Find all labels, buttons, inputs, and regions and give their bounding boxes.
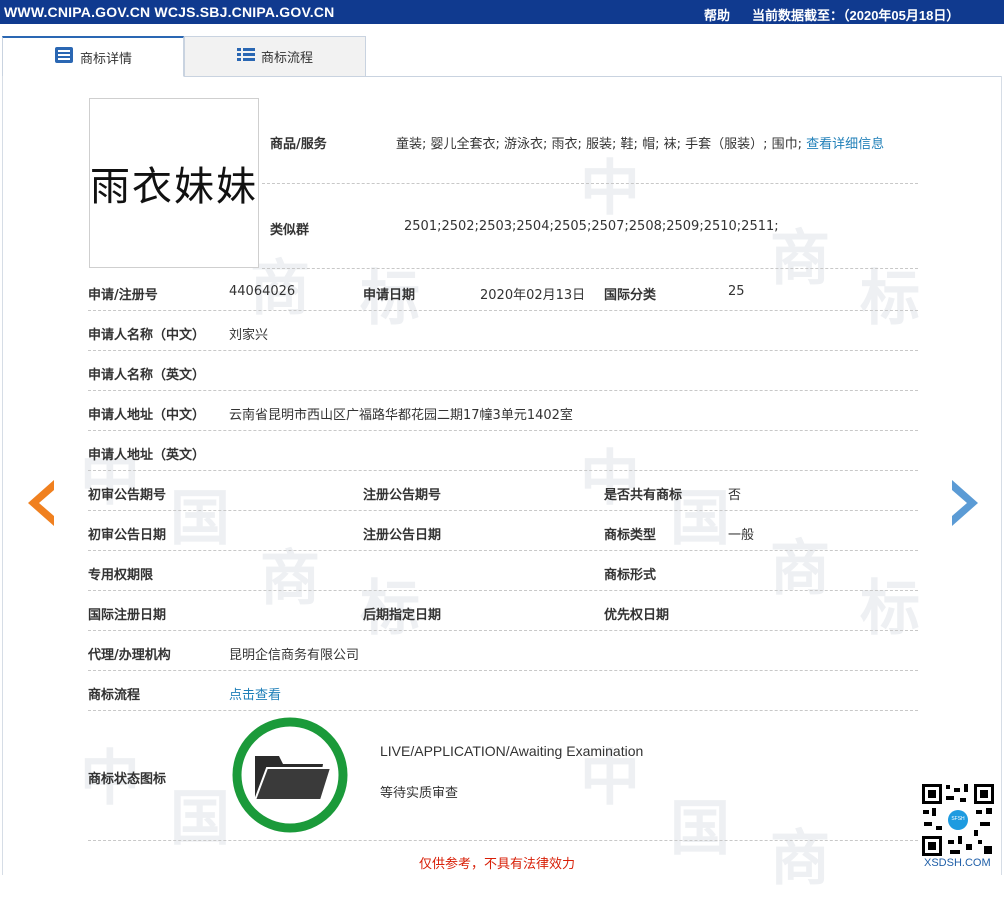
- similar-group-label: 类似群: [270, 223, 310, 238]
- applicant-en-label: 申请人名称（英文）: [88, 368, 206, 383]
- site-urls: WWW.CNIPA.GOV.CN WCJS.SBJ.CNIPA.GOV.CN: [4, 4, 335, 20]
- similar-group-value: 2501;2502;2503;2504;2505;2507;2508;2509;…: [404, 219, 779, 234]
- intl-reg-date-label: 国际注册日期: [88, 608, 167, 623]
- divider: [88, 670, 918, 671]
- tm-type-label: 商标类型: [604, 528, 657, 543]
- priority-label: 优先权日期: [604, 608, 670, 623]
- divider: [88, 470, 918, 471]
- watermark: 商: [770, 534, 830, 604]
- address-en-label: 申请人地址（英文）: [88, 448, 206, 463]
- qr-code: SFSH: [920, 782, 996, 858]
- later-date-label: 后期指定日期: [363, 608, 442, 623]
- view-flow-link[interactable]: 点击查看: [229, 684, 281, 703]
- reg-pub-no-label: 注册公告期号: [363, 488, 442, 503]
- prev-arrow-button[interactable]: [22, 478, 56, 528]
- divider: [88, 350, 918, 351]
- shared-label: 是否共有商标: [604, 488, 683, 503]
- top-bar: WWW.CNIPA.GOV.CN WCJS.SBJ.CNIPA.GOV.CN 帮…: [0, 0, 1004, 24]
- divider: [88, 840, 918, 841]
- tab-bar: 商标详情 商标流程: [2, 36, 1002, 77]
- watermark: 中: [580, 444, 640, 514]
- qr-site-label: XSDSH.COM: [924, 857, 991, 869]
- watermark: 商: [770, 824, 830, 894]
- apply-date-value: 2020年02月13日: [480, 288, 586, 303]
- agent-label: 代理/办理机构: [88, 648, 171, 663]
- address-cn-value: 云南省昆明市西山区广福路华都花园二期17幢3单元1402室: [229, 408, 573, 423]
- tm-type-value: 一般: [728, 528, 755, 543]
- divider: [88, 390, 918, 391]
- reg-pub-date-label: 注册公告日期: [363, 528, 442, 543]
- prelim-date-label: 初审公告日期: [88, 528, 167, 543]
- status-text-en: LIVE/APPLICATION/Awaiting Examination: [380, 743, 644, 759]
- disclaimer: 仅供参考，不具有法律效力: [419, 857, 576, 872]
- divider: [88, 430, 918, 431]
- divider: [88, 630, 918, 631]
- tab-label: 商标详情: [79, 51, 132, 67]
- shared-value: 否: [728, 488, 742, 503]
- exclusive-label: 专用权期限: [88, 568, 154, 583]
- divider: [88, 590, 918, 591]
- reg-no-label: 申请/注册号: [88, 288, 158, 303]
- divider: [262, 183, 918, 184]
- tab-label: 商标流程: [260, 51, 313, 66]
- trademark-image: 雨衣妹妹: [89, 98, 259, 268]
- apply-date-label: 申请日期: [363, 288, 416, 303]
- watermark: 标: [860, 574, 920, 644]
- divider: [88, 310, 918, 311]
- tab-trademark-detail[interactable]: 商标详情: [2, 36, 184, 77]
- watermark: 国: [170, 484, 230, 554]
- divider: [262, 268, 918, 269]
- watermark: 商: [770, 224, 830, 294]
- divider: [88, 510, 918, 511]
- agent-value: 昆明企信商务有限公司: [229, 648, 360, 663]
- watermark: 标: [860, 264, 920, 334]
- tm-form-label: 商标形式: [604, 568, 657, 583]
- goods-label: 商品/服务: [270, 137, 327, 152]
- prelim-no-label: 初审公告期号: [88, 488, 167, 503]
- watermark: 国: [670, 794, 730, 864]
- data-date: 当前数据截至：（2020年05月18日）: [752, 8, 960, 23]
- list-detail-icon: [54, 46, 74, 68]
- status-icon-label: 商标状态图标: [88, 772, 167, 787]
- applicant-cn-label: 申请人名称（中文）: [88, 328, 206, 343]
- status-badge: [231, 716, 349, 834]
- intl-class-label: 国际分类: [604, 288, 657, 303]
- status-text-cn: 等待实质审查: [380, 786, 459, 801]
- help-link[interactable]: 帮助: [704, 5, 730, 24]
- watermark: 国: [170, 784, 230, 854]
- divider: [88, 710, 918, 711]
- qr-badge: SFSH: [951, 816, 965, 822]
- intl-class-value: 25: [728, 284, 745, 299]
- divider: [88, 550, 918, 551]
- next-arrow-button[interactable]: [950, 478, 984, 528]
- watermark: 商: [260, 544, 320, 614]
- applicant-cn-value: 刘家兴: [229, 328, 269, 343]
- flow-label: 商标流程: [88, 688, 141, 703]
- goods-value: 童装; 婴儿全套衣; 游泳衣; 雨衣; 服装; 鞋; 帽; 袜; 手套（服装）;…: [396, 137, 885, 152]
- tab-trademark-flow[interactable]: 商标流程: [184, 36, 366, 76]
- address-cn-label: 申请人地址（中文）: [88, 408, 206, 423]
- reg-no-value: 44064026: [229, 284, 296, 299]
- trademark-logo-text: 雨衣妹妹: [90, 164, 258, 210]
- list-flow-icon: [236, 47, 255, 67]
- view-details-link[interactable]: 查看详细信息: [806, 137, 884, 152]
